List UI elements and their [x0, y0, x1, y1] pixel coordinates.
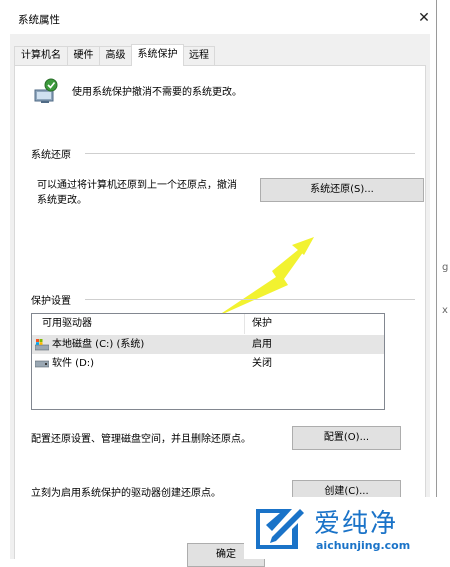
system-protection-panel: 使用系统保护撤消不需要的系统更改。 系统还原 可以通过将计算机还原到上一个还原点…: [14, 65, 426, 567]
background-fragment: g: [442, 262, 449, 273]
watermark: 爱纯净 aichunjing.com: [244, 497, 450, 559]
drive-name: 软件 (D:): [52, 358, 95, 369]
restore-description-line2: 系统更改。: [37, 195, 87, 206]
system-properties-dialog: 系统属性 ✕ 计算机名 硬件 高级 系统保护 远程 使用系统保护撤消不需要的系统…: [0, 0, 437, 567]
column-header-protection[interactable]: 保护: [252, 314, 272, 334]
tab-hardware[interactable]: 硬件: [67, 46, 100, 65]
divider: [85, 153, 415, 154]
watermark-url: aichunjing.com: [316, 539, 411, 552]
watermark-logo-icon: [256, 509, 304, 549]
system-drive-icon: [35, 339, 49, 351]
tab-computer-name[interactable]: 计算机名: [14, 46, 68, 65]
protection-status: 关闭: [252, 358, 272, 369]
background-window: g x: [436, 0, 450, 559]
tab-system-protection[interactable]: 系统保护: [131, 44, 184, 66]
create-description: 立刻为启用系统保护的驱动器创建还原点。: [31, 488, 221, 499]
table-row[interactable]: 软件 (D:) 关闭: [32, 354, 384, 373]
dialog-content: 计算机名 硬件 高级 系统保护 远程 使用系统保护撤消不需要的系统更改。 系统还…: [10, 34, 430, 567]
close-icon: ✕: [418, 10, 430, 26]
intro-text: 使用系统保护撤消不需要的系统更改。: [72, 87, 242, 98]
configure-description: 配置还原设置、管理磁盘空间，并且删除还原点。: [31, 434, 251, 445]
drives-table: 可用驱动器 保护 本地磁盘 (C:) (系统) 启用 软件 (D:) 关闭: [31, 313, 385, 410]
column-header-drive[interactable]: 可用驱动器: [42, 314, 92, 334]
close-button[interactable]: ✕: [412, 6, 436, 30]
window-title: 系统属性: [18, 14, 60, 26]
column-divider: [244, 314, 245, 334]
system-restore-button[interactable]: 系统还原(S)...: [260, 178, 424, 202]
drive-icon: [35, 360, 49, 368]
restore-group-title: 系统还原: [31, 146, 75, 161]
watermark-brand: 爱纯净: [314, 509, 399, 539]
protection-status: 启用: [252, 339, 272, 350]
drive-name: 本地磁盘 (C:) (系统): [52, 339, 145, 350]
divider: [85, 299, 415, 300]
tab-remote[interactable]: 远程: [183, 46, 215, 65]
restore-description-line1: 可以通过将计算机还原到上一个还原点，撤消: [37, 180, 237, 191]
title-bar: 系统属性 ✕: [0, 0, 436, 33]
background-fragment: x: [442, 305, 448, 316]
configure-button[interactable]: 配置(O)...: [292, 426, 401, 450]
table-row[interactable]: 本地磁盘 (C:) (系统) 启用: [32, 335, 384, 354]
tab-advanced[interactable]: 高级: [99, 46, 132, 65]
protection-group-title: 保护设置: [31, 292, 75, 307]
system-protection-icon: [34, 78, 58, 103]
annotation-arrow-icon: [216, 237, 314, 317]
